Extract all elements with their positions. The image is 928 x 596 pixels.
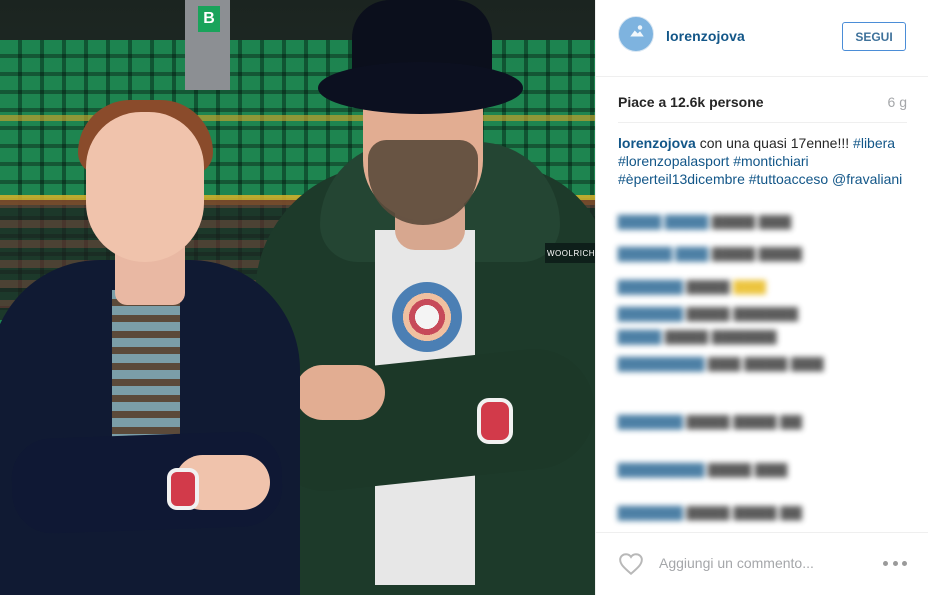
likes-divider bbox=[618, 122, 907, 123]
likes-count[interactable]: Piace a 12.6k persone bbox=[618, 94, 764, 110]
username-link[interactable]: lorenzojova bbox=[666, 28, 745, 44]
blurred-comment: ▇▇▇▇ ▇▇▇▇ ▇▇▇▇▇▇ bbox=[618, 328, 777, 344]
hashtag-montichiari[interactable]: #montichiari bbox=[733, 153, 808, 169]
hashtag-libera[interactable]: #libera bbox=[853, 135, 895, 151]
photo-person-left-head bbox=[86, 112, 204, 262]
comment-bar: Aggiungi un commento... bbox=[596, 532, 928, 596]
likes-row: Piace a 12.6k persone 6 g bbox=[618, 94, 907, 114]
post-header: lorenzojova SEGUI bbox=[596, 0, 928, 77]
blurred-comment: ▇▇▇▇▇▇ ▇▇▇▇ ▇▇▇ bbox=[618, 278, 766, 294]
photo-watch-right bbox=[477, 398, 513, 444]
more-icon[interactable] bbox=[883, 561, 907, 567]
blurred-comment: ▇▇▇▇▇▇▇▇ ▇▇▇▇ ▇▇▇ bbox=[618, 461, 788, 477]
hashtag-tuttoacceso[interactable]: #tuttoacceso bbox=[749, 171, 828, 187]
instagram-post-view: B WOOLRICH lorenzojova SEGUI Piace a 12.… bbox=[0, 0, 928, 595]
blurred-comment: ▇▇▇▇▇▇ ▇▇▇▇ ▇▇▇▇ ▇▇ bbox=[618, 413, 802, 429]
hashtag-lorenzopalasport[interactable]: #lorenzopalasport bbox=[618, 153, 729, 169]
caption-username[interactable]: lorenzojova bbox=[618, 135, 696, 151]
blurred-comment: ▇▇▇▇▇▇ ▇▇▇▇ ▇▇▇▇▇▇ bbox=[618, 305, 799, 321]
blurred-comment: ▇▇▇▇▇ ▇▇▇ ▇▇▇▇ ▇▇▇▇ bbox=[618, 245, 802, 261]
photo-watch-left bbox=[167, 468, 199, 510]
photo-person-right-tshirt-art bbox=[392, 282, 462, 352]
photo-section-label: B bbox=[198, 6, 220, 32]
post-caption: lorenzojova con una quasi 17enne!!! #lib… bbox=[618, 134, 907, 188]
photo-jacket-patch: WOOLRICH bbox=[545, 243, 595, 263]
post-photo[interactable]: B WOOLRICH bbox=[0, 0, 595, 595]
more-dot bbox=[892, 561, 898, 566]
blurred-comment: ▇▇▇▇ ▇▇▇▇ ▇▇▇▇ ▇▇▇ bbox=[618, 213, 792, 229]
post-age[interactable]: 6 g bbox=[888, 94, 907, 110]
avatar-icon bbox=[630, 25, 644, 37]
photo-person-right-hand bbox=[295, 365, 385, 420]
blurred-comment: ▇▇▇▇▇▇ ▇▇▇▇ ▇▇▇▇ ▇▇ bbox=[618, 504, 802, 520]
more-dot bbox=[902, 561, 907, 566]
follow-button[interactable]: SEGUI bbox=[842, 22, 906, 51]
post-sidebar: lorenzojova SEGUI Piace a 12.6k persone … bbox=[595, 0, 928, 595]
mention-fravaliani[interactable]: @fravaliani bbox=[832, 171, 902, 187]
avatar[interactable] bbox=[618, 16, 654, 52]
blurred-comment: ▇▇▇▇▇▇▇▇ ▇▇▇ ▇▇▇▇ ▇▇▇ bbox=[618, 355, 824, 371]
heart-icon[interactable] bbox=[618, 552, 644, 576]
comment-input[interactable]: Aggiungi un commento... bbox=[659, 555, 814, 571]
caption-text: con una quasi 17enne!!! bbox=[699, 135, 850, 151]
hashtag-eperteil13dicembre[interactable]: #èperteil13dicembre bbox=[618, 171, 745, 187]
more-dot bbox=[883, 561, 888, 566]
photo-hat-brim bbox=[318, 62, 523, 114]
